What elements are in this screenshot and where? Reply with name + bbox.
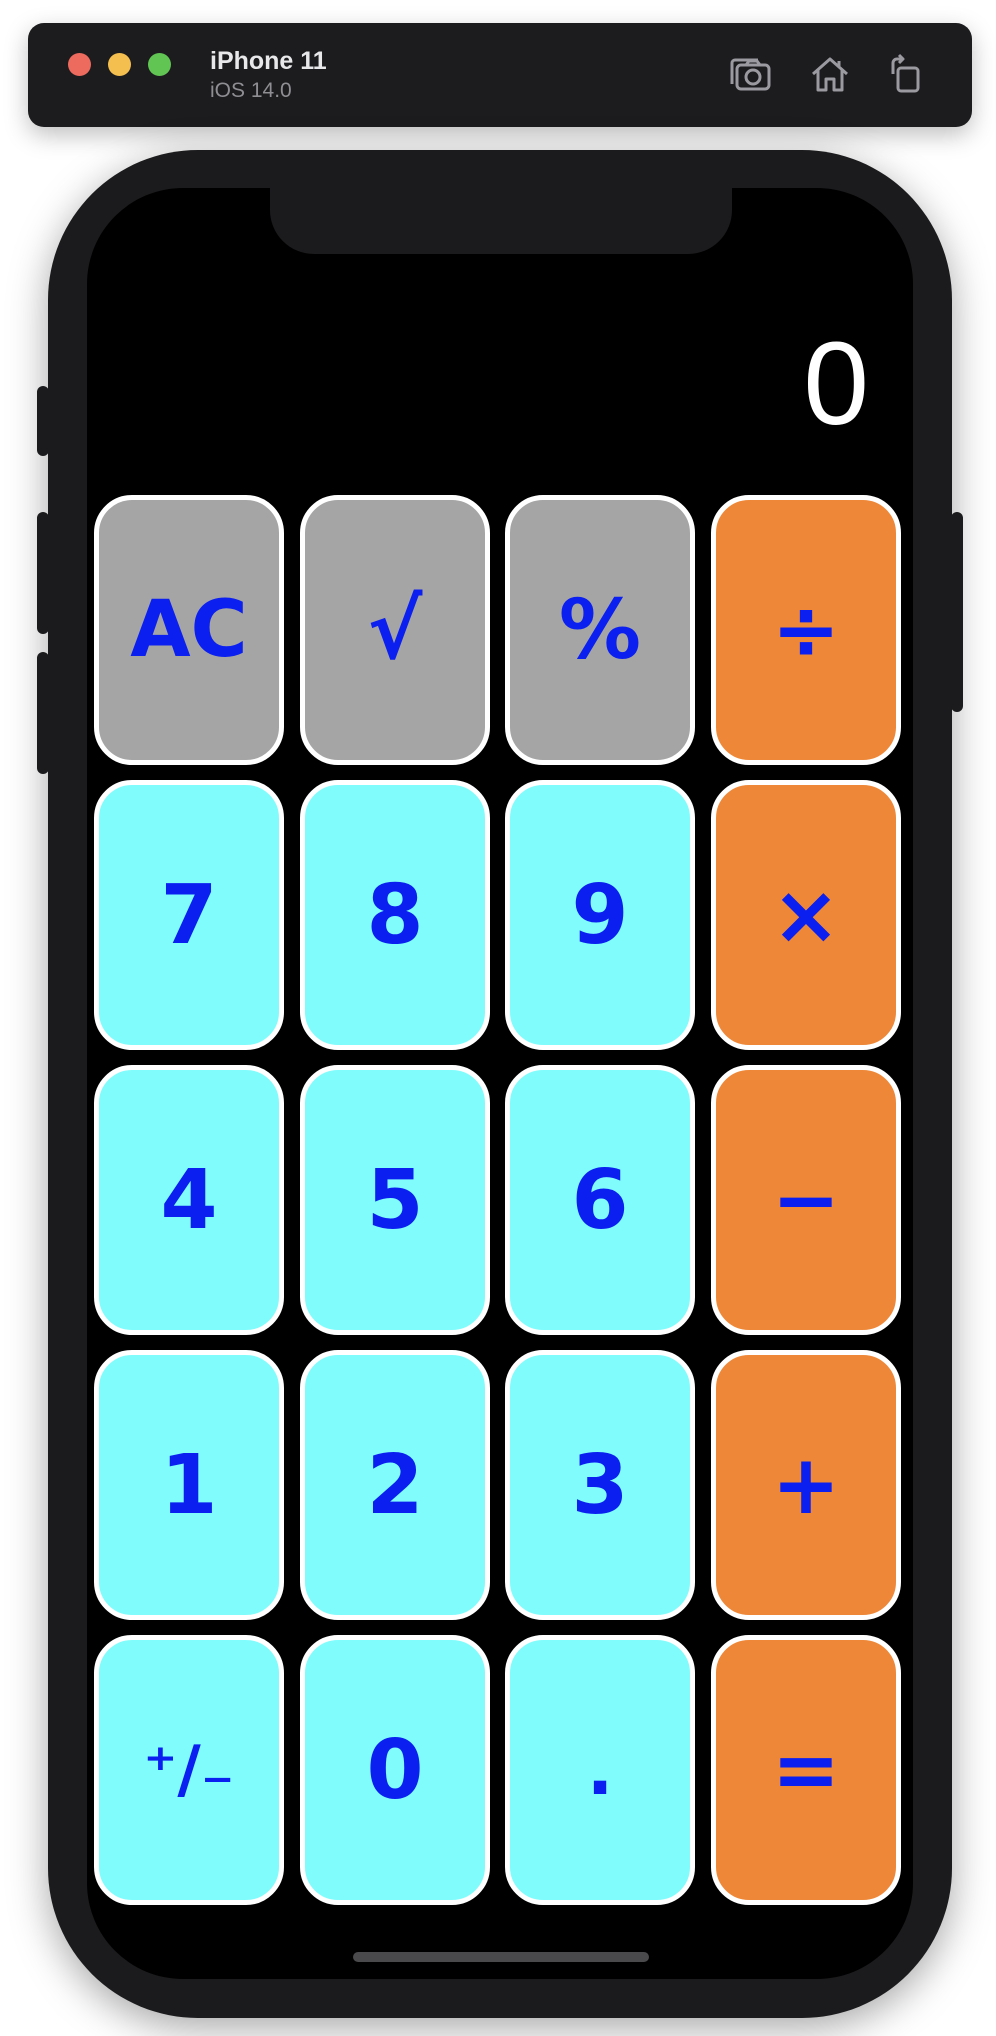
plus-minus-button[interactable]: ⁺∕₋ (94, 1635, 284, 1905)
volume-down-button (37, 652, 49, 774)
percent-label: % (558, 582, 642, 678)
digit-5-label: 5 (366, 1152, 424, 1248)
digit-1-button[interactable]: 1 (94, 1350, 284, 1620)
digit-2-label: 2 (366, 1437, 424, 1533)
close-window-button[interactable] (68, 53, 91, 76)
simulator-window: iPhone 11 iOS 14.0 0 AC √ % ÷ 7 8 9 × 4 … (0, 0, 996, 2036)
decimal-button[interactable]: . (505, 1635, 695, 1905)
digit-3-button[interactable]: 3 (505, 1350, 695, 1620)
digit-5-button[interactable]: 5 (300, 1065, 490, 1335)
clear-button[interactable]: AC (94, 495, 284, 765)
square-root-label: √ (367, 582, 423, 678)
phone-screen: 0 AC √% ÷ 7 8 9 × 4 5 6 − 1 2 3 + ⁺∕₋ 0. = (87, 188, 913, 1979)
power-button (951, 512, 963, 712)
os-version: iOS 14.0 (210, 79, 292, 102)
digit-3-label: 3 (571, 1437, 629, 1533)
digit-4-label: 4 (160, 1152, 218, 1248)
digit-0-button[interactable]: 0 (300, 1635, 490, 1905)
multiply-button[interactable]: × (711, 780, 901, 1050)
simulator-titlebar: iPhone 11 iOS 14.0 (28, 23, 972, 127)
square-root-button[interactable]: √ (300, 495, 490, 765)
add-label: + (771, 1437, 841, 1533)
digit-9-button[interactable]: 9 (505, 780, 695, 1050)
equals-button[interactable]: = (711, 1635, 901, 1905)
calculator-display: 0 (803, 318, 869, 450)
volume-up-button (37, 512, 49, 634)
add-button[interactable]: + (711, 1350, 901, 1620)
digit-8-button[interactable]: 8 (300, 780, 490, 1050)
digit-0-label: 0 (366, 1722, 424, 1818)
rotate-icon[interactable] (884, 53, 928, 95)
digit-1-label: 1 (160, 1437, 218, 1533)
digit-7-button[interactable]: 7 (94, 780, 284, 1050)
digit-4-button[interactable]: 4 (94, 1065, 284, 1335)
zoom-window-button[interactable] (148, 53, 171, 76)
digit-6-button[interactable]: 6 (505, 1065, 695, 1335)
clear-label: AC (130, 585, 248, 675)
divide-button[interactable]: ÷ (711, 495, 901, 765)
home-indicator[interactable] (353, 1952, 649, 1962)
home-icon[interactable] (808, 53, 852, 95)
divide-label: ÷ (771, 582, 841, 678)
decimal-label: . (586, 1729, 614, 1811)
percent-button[interactable]: % (505, 495, 695, 765)
digit-7-label: 7 (160, 867, 218, 963)
silent-switch (37, 386, 49, 456)
subtract-label: − (771, 1152, 841, 1248)
multiply-label: × (771, 867, 841, 963)
digit-9-label: 9 (571, 867, 629, 963)
equals-label: = (771, 1722, 841, 1818)
digit-2-button[interactable]: 2 (300, 1350, 490, 1620)
subtract-button[interactable]: − (711, 1065, 901, 1335)
digit-6-label: 6 (571, 1152, 629, 1248)
camera-icon[interactable] (728, 53, 772, 95)
device-name: iPhone 11 (210, 47, 327, 75)
notch (270, 188, 732, 254)
digit-8-label: 8 (366, 867, 424, 963)
plus-minus-label: ⁺∕₋ (143, 1733, 235, 1807)
minimize-window-button[interactable] (108, 53, 131, 76)
